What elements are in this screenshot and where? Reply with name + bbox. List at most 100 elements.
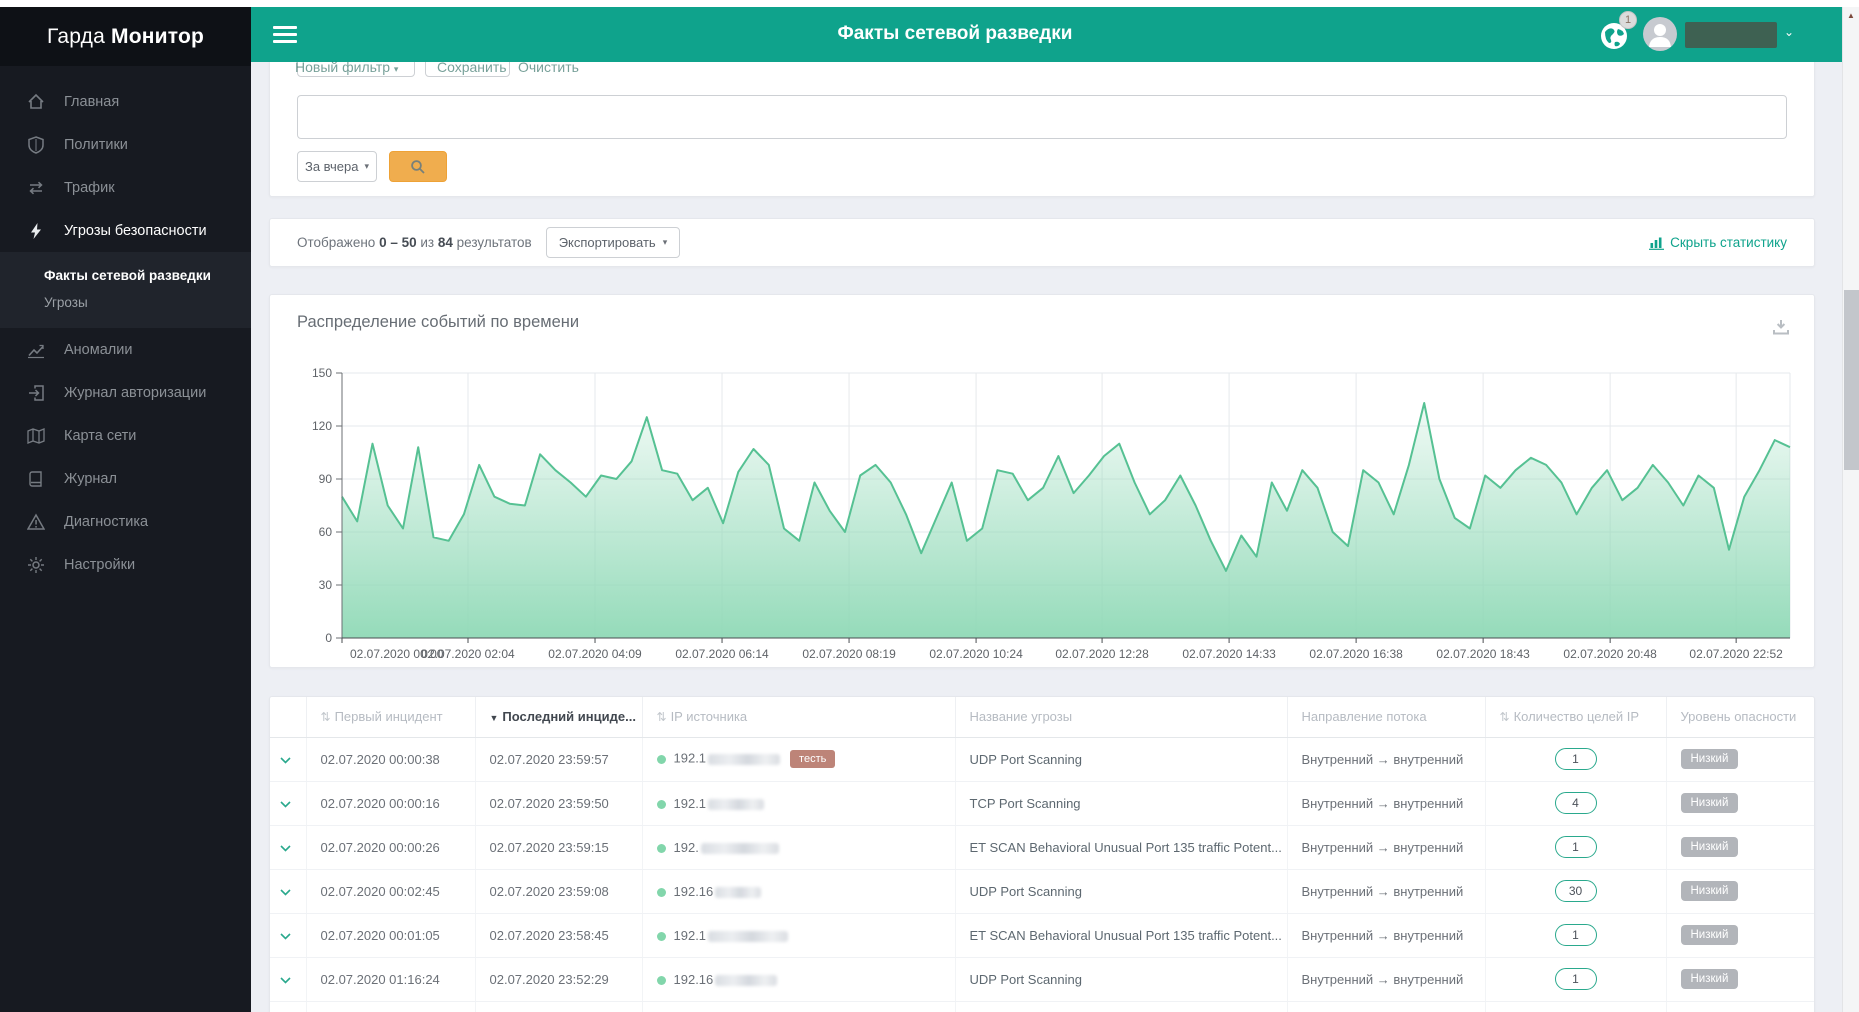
- table-row[interactable]: 02.07.2020 00:01:05 02.07.2020 23:58:45 19…: [270, 913, 1814, 958]
- chart-area-fill: [342, 403, 1790, 638]
- period-label: За вчера: [304, 159, 359, 174]
- expand-row-chevron-icon[interactable]: [270, 781, 307, 826]
- target-count-cell: 1: [1485, 825, 1667, 870]
- expand-row-chevron-icon[interactable]: [270, 737, 307, 782]
- ip-redacted-blur: [708, 798, 765, 810]
- target-count-cell: 1: [1485, 737, 1667, 782]
- avatar[interactable]: [1643, 17, 1677, 51]
- source-ip-cell: 192.16: [642, 869, 956, 914]
- sidebar-item-home[interactable]: Главная: [0, 80, 251, 123]
- brand-second: Монитор: [111, 24, 204, 48]
- svg-text:02.07.2020 20:48: 02.07.2020 20:48: [1563, 647, 1657, 661]
- table-row[interactable]: 02.07.2020 00:00:38 02.07.2020 23:59:57 19…: [270, 737, 1814, 782]
- scrollbar-up-arrow[interactable]: ▲: [1843, 7, 1859, 24]
- source-ip-cell: 192.: [642, 825, 956, 870]
- sort-icon: ⇅: [656, 710, 667, 725]
- notification-badge[interactable]: 1: [1619, 11, 1637, 29]
- save-filter-ghost-button[interactable]: Сохранить: [437, 59, 507, 75]
- table-header: ⇅ Первый инцидент ▼ Последний инциде... ⇅ IP …: [270, 697, 1814, 738]
- expand-row-chevron-icon[interactable]: [270, 869, 307, 914]
- clear-filter-ghost-button[interactable]: Очистить: [518, 59, 579, 75]
- ip-redacted-blur: [708, 753, 781, 765]
- sidebar-item-policies[interactable]: Политики: [0, 123, 251, 166]
- sidebar-submenu: Факты сетевой разведки Угрозы: [0, 252, 251, 328]
- user-menu-caret-icon[interactable]: ⌄: [1784, 25, 1794, 39]
- column-header-6: Уровень опасности: [1666, 697, 1814, 738]
- sidebar-item-label: Политики: [64, 136, 128, 153]
- toggle-statistics-link[interactable]: Скрыть статистику: [1649, 235, 1787, 250]
- table-row-partial[interactable]: [270, 1001, 1814, 1012]
- target-count-cell: 30: [1485, 869, 1667, 914]
- column-header-0[interactable]: ⇅ Первый инцидент: [306, 697, 476, 738]
- column-header-5[interactable]: ⇅ Количество целей IP: [1485, 697, 1667, 738]
- table-row[interactable]: 02.07.2020 01:16:24 02.07.2020 23:52:29 19…: [270, 957, 1814, 1002]
- flow-direction-cell: Внутренний → внутренний: [1287, 781, 1486, 826]
- expand-column-header: [270, 697, 307, 738]
- username-redacted[interactable]: [1685, 22, 1777, 48]
- table-row[interactable]: 02.07.2020 00:00:26 02.07.2020 23:59:15 19…: [270, 825, 1814, 870]
- period-select-button[interactable]: За вчера ▾: [297, 151, 377, 182]
- severity-cell: Низкий: [1666, 957, 1814, 1002]
- sidebar: Гарда Монитор Главная Политики Трафик Угроз…: [0, 7, 251, 1012]
- severity-badge: Низкий: [1680, 749, 1739, 769]
- vertical-scrollbar[interactable]: ▲: [1842, 7, 1859, 1012]
- sidebar-item-threats[interactable]: Угрозы безопасности: [0, 209, 251, 252]
- scrollbar-thumb[interactable]: [1844, 290, 1859, 470]
- sidebar-item-label: Угрозы безопасности: [64, 222, 207, 239]
- column-header-3: Название угрозы: [955, 697, 1288, 738]
- incidents-table-panel: ⇅ Первый инцидент ▼ Последний инциде... ⇅ IP …: [269, 696, 1815, 1012]
- last-incident-cell: 02.07.2020 23:59:57: [475, 737, 643, 782]
- table-row[interactable]: 02.07.2020 00:00:16 02.07.2020 23:59:50 19…: [270, 781, 1814, 826]
- column-header-1[interactable]: ▼ Последний инциде...: [475, 697, 643, 738]
- home-icon: [27, 93, 51, 111]
- expand-row-chevron-icon[interactable]: [270, 913, 307, 958]
- sidebar-item-diagnostics[interactable]: Диагностика: [0, 500, 251, 543]
- status-dot-icon: [656, 799, 666, 809]
- sidebar-item-label: Аномалии: [64, 341, 133, 358]
- first-incident-cell: 02.07.2020 00:00:26: [306, 825, 476, 870]
- svg-text:02.07.2020 04:09: 02.07.2020 04:09: [548, 647, 642, 661]
- sidebar-item-auth-log[interactable]: Журнал авторизации: [0, 371, 251, 414]
- chart-title: Распределение событий по времени: [297, 313, 580, 331]
- main-content: За вчера ▾ Отображено 0 – 50 из 84 резул…: [251, 62, 1842, 1012]
- expand-row-chevron-icon[interactable]: [270, 825, 307, 870]
- sidebar-item-network-map[interactable]: Карта сети: [0, 414, 251, 457]
- table-row[interactable]: 02.07.2020 00:02:45 02.07.2020 23:59:08 19…: [270, 869, 1814, 914]
- flow-direction-cell: Внутренний → внутренний: [1287, 913, 1486, 958]
- results-total: 84: [437, 235, 453, 250]
- severity-badge: Низкий: [1680, 793, 1739, 813]
- expand-row-chevron-icon[interactable]: [270, 957, 307, 1002]
- sort-icon: ⇅: [1499, 710, 1510, 725]
- search-button[interactable]: [389, 151, 447, 182]
- export-button[interactable]: Экспортировать ▾: [545, 227, 681, 258]
- threat-name-cell: ET SCAN Behavioral Unusual Port 135 traf…: [955, 825, 1288, 870]
- target-count-pill: 1: [1554, 748, 1597, 770]
- sidebar-item-settings[interactable]: Настройки: [0, 543, 251, 586]
- column-header-2[interactable]: ⇅ IP источника: [642, 697, 956, 738]
- status-dot-icon: [656, 931, 666, 941]
- target-count-cell: 4: [1485, 781, 1667, 826]
- appbar: Новый фильтр ▾ Сохранить Очистить Факты …: [251, 7, 1842, 75]
- app-logo: Гарда Монитор: [0, 7, 251, 66]
- threat-name-cell: ET SCAN Behavioral Unusual Port 135 traf…: [955, 913, 1288, 958]
- results-bar: Отображено 0 – 50 из 84 результатов Эксп…: [269, 218, 1815, 267]
- sidebar-subitem[interactable]: Угрозы: [0, 289, 251, 316]
- arrows-icon: [27, 179, 51, 197]
- svg-text:60: 60: [319, 525, 333, 539]
- menu-toggle-icon[interactable]: [273, 26, 297, 43]
- warning-icon: [27, 512, 51, 531]
- sidebar-item-traffic[interactable]: Трафик: [0, 166, 251, 209]
- sidebar-item-journal[interactable]: Журнал: [0, 457, 251, 500]
- download-chart-icon[interactable]: [1772, 319, 1790, 340]
- last-incident-cell: 02.07.2020 23:59:15: [475, 825, 643, 870]
- sidebar-item-label: Трафик: [64, 179, 115, 196]
- last-incident-cell: 02.07.2020 23:59:08: [475, 869, 643, 914]
- sidebar-item-anomalies[interactable]: Аномалии: [0, 328, 251, 371]
- shield-icon: [27, 135, 51, 154]
- search-query-input[interactable]: [297, 95, 1787, 139]
- sidebar-subitem[interactable]: Факты сетевой разведки: [0, 262, 251, 289]
- svg-text:02.07.2020 10:24: 02.07.2020 10:24: [929, 647, 1023, 661]
- events-time-chart[interactable]: 030609012015002.07.2020 00:0002.07.2020 …: [284, 353, 1804, 665]
- new-filter-ghost-button[interactable]: Новый фильтр ▾: [295, 59, 425, 75]
- sidebar-nav: Главная Политики Трафик Угрозы безопасности…: [0, 66, 251, 586]
